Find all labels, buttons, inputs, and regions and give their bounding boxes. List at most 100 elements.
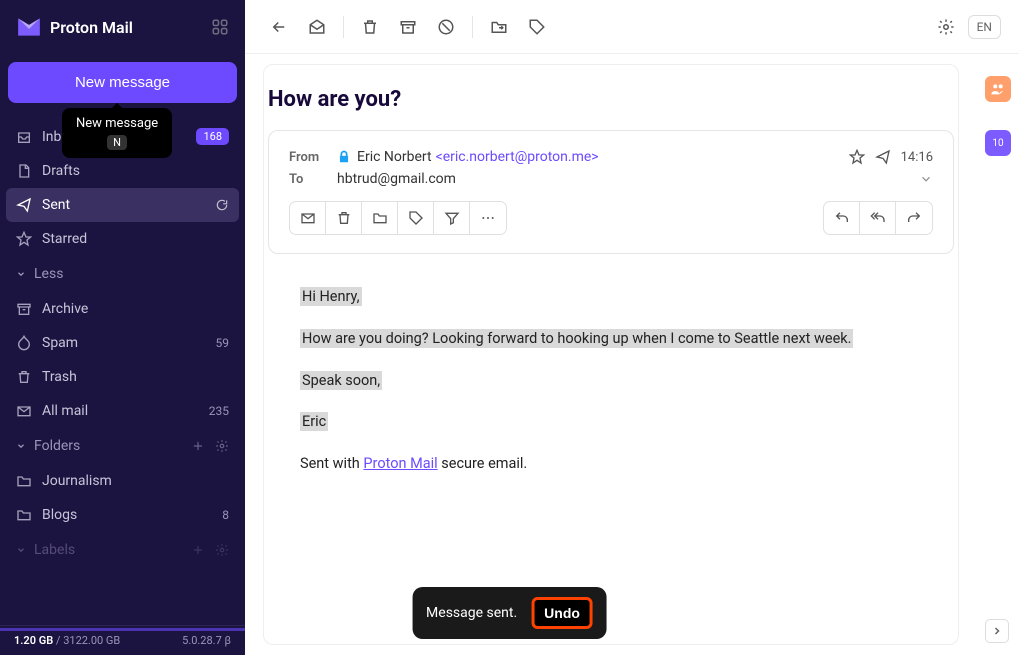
- message-content: How are you? From Eric Norbert <eric.nor…: [245, 54, 977, 655]
- chevron-down-icon: [16, 545, 26, 555]
- folder-icon: [16, 507, 32, 523]
- chevron-down-icon: [919, 172, 933, 186]
- inbox-icon: [16, 129, 32, 145]
- toast-text: Message sent.: [426, 605, 517, 621]
- sidebar-item-starred[interactable]: Starred: [0, 222, 245, 256]
- trash-msg-button[interactable]: [326, 202, 362, 234]
- nav-label: Drafts: [42, 163, 229, 179]
- label-msg-button[interactable]: [398, 202, 434, 234]
- message-time: 14:16: [901, 150, 933, 165]
- nav-label: Starred: [42, 231, 229, 247]
- spam-count: 59: [216, 336, 230, 350]
- sidebar-labels-header[interactable]: Labels: [0, 532, 245, 568]
- message-sent-toast: Message sent. Undo: [412, 587, 607, 639]
- reply-all-button[interactable]: [860, 202, 896, 234]
- back-button[interactable]: [263, 11, 295, 43]
- sidebar-item-archive[interactable]: Archive: [0, 292, 245, 326]
- from-email[interactable]: <eric.norbert@proton.me>: [436, 149, 599, 165]
- delete-button[interactable]: [354, 11, 386, 43]
- nav-label: Blogs: [42, 507, 222, 523]
- more-msg-button[interactable]: [470, 202, 506, 234]
- body-signoff: Speak soon,: [300, 371, 382, 390]
- add-folder-icon[interactable]: [191, 439, 205, 453]
- spam-icon: [16, 335, 32, 351]
- drafts-icon: [16, 163, 32, 179]
- sidebar-item-sent[interactable]: Sent: [6, 188, 239, 222]
- sidebar-nav: Inb 168 Drafts Sent Starred Less Archive…: [0, 119, 245, 625]
- signature-line: Sent with Proton Mail secure email.: [300, 453, 922, 475]
- chevron-down-icon: [16, 441, 26, 451]
- dots-icon: [480, 210, 496, 226]
- body-name: Eric: [300, 412, 328, 431]
- expand-recipients-button[interactable]: [919, 172, 933, 186]
- chevron-right-icon: [991, 625, 1003, 637]
- sidebar-folder-journalism[interactable]: Journalism: [0, 464, 245, 498]
- people-icon: [990, 81, 1006, 97]
- sidebar-item-drafts[interactable]: Drafts: [0, 154, 245, 188]
- reply-all-icon: [870, 210, 886, 226]
- nav-label: Sent: [42, 197, 215, 213]
- from-name: Eric Norbert: [357, 149, 432, 165]
- undo-button[interactable]: Undo: [531, 597, 593, 629]
- trash-icon: [336, 210, 352, 226]
- to-address: hbtrud@gmail.com: [337, 171, 456, 187]
- arrow-left-icon: [270, 18, 288, 36]
- message-subject: How are you?: [264, 65, 958, 130]
- contacts-app-icon[interactable]: [985, 76, 1011, 102]
- inbox-badge: 168: [196, 128, 229, 145]
- add-label-icon[interactable]: [191, 543, 205, 557]
- new-message-button[interactable]: New message: [8, 62, 237, 103]
- sidebar-item-spam[interactable]: Spam 59: [0, 326, 245, 360]
- move-folder-icon: [372, 210, 388, 226]
- mark-unread-msg-button[interactable]: [290, 202, 326, 234]
- mark-unread-button[interactable]: [301, 11, 333, 43]
- refresh-icon[interactable]: [215, 198, 229, 212]
- nav-label: Trash: [42, 369, 229, 385]
- sidebar-item-trash[interactable]: Trash: [0, 360, 245, 394]
- sidebar-item-allmail[interactable]: All mail 235: [0, 394, 245, 428]
- right-appbar: 10: [977, 54, 1019, 655]
- signature-link[interactable]: Proton Mail: [363, 455, 437, 472]
- nav-label: All mail: [42, 403, 209, 419]
- apps-grid-icon[interactable]: [211, 18, 229, 36]
- filter-icon: [444, 210, 460, 226]
- forward-icon: [906, 210, 922, 226]
- move-button[interactable]: [483, 11, 515, 43]
- star-outline-icon[interactable]: [849, 149, 865, 165]
- app-name: Proton Mail: [50, 18, 133, 37]
- expand-panel-button[interactable]: [985, 619, 1009, 643]
- language-button[interactable]: EN: [968, 15, 1001, 39]
- envelope-icon: [300, 210, 316, 226]
- archive-icon: [16, 301, 32, 317]
- reply-icon: [834, 210, 850, 226]
- labels-label: Labels: [34, 542, 75, 558]
- trash-icon: [16, 369, 32, 385]
- from-label: From: [289, 150, 337, 165]
- sidebar-folder-blogs[interactable]: Blogs 8: [0, 498, 245, 532]
- gear-icon: [937, 18, 955, 36]
- calendar-app-icon[interactable]: 10: [985, 130, 1011, 156]
- sidebar-less-toggle[interactable]: Less: [0, 256, 245, 292]
- move-msg-button[interactable]: [362, 202, 398, 234]
- storage-text: 1.20 GB / 3122.00 GB: [14, 634, 120, 647]
- scrollbar-indicator[interactable]: [0, 628, 245, 631]
- message-body: Hi Henry, How are you doing? Looking for…: [264, 254, 958, 527]
- archive-button[interactable]: [392, 11, 424, 43]
- folder-settings-icon[interactable]: [215, 439, 229, 453]
- label-settings-icon[interactable]: [215, 543, 229, 557]
- app-logo[interactable]: Proton Mail: [16, 14, 133, 40]
- spam-button[interactable]: [430, 11, 462, 43]
- reply-button[interactable]: [824, 202, 860, 234]
- settings-button[interactable]: [930, 11, 962, 43]
- sent-indicator-icon: [875, 149, 891, 165]
- sidebar-folders-header[interactable]: Folders: [0, 428, 245, 464]
- less-label: Less: [34, 266, 63, 282]
- to-row: To hbtrud@gmail.com: [289, 171, 933, 187]
- sidebar: Proton Mail New message Inb 168 Drafts S…: [0, 0, 245, 655]
- forward-button[interactable]: [896, 202, 932, 234]
- tag-icon: [528, 18, 546, 36]
- trash-icon: [361, 18, 379, 36]
- body-para1: How are you doing? Looking forward to ho…: [300, 329, 853, 348]
- filter-msg-button[interactable]: [434, 202, 470, 234]
- label-button[interactable]: [521, 11, 553, 43]
